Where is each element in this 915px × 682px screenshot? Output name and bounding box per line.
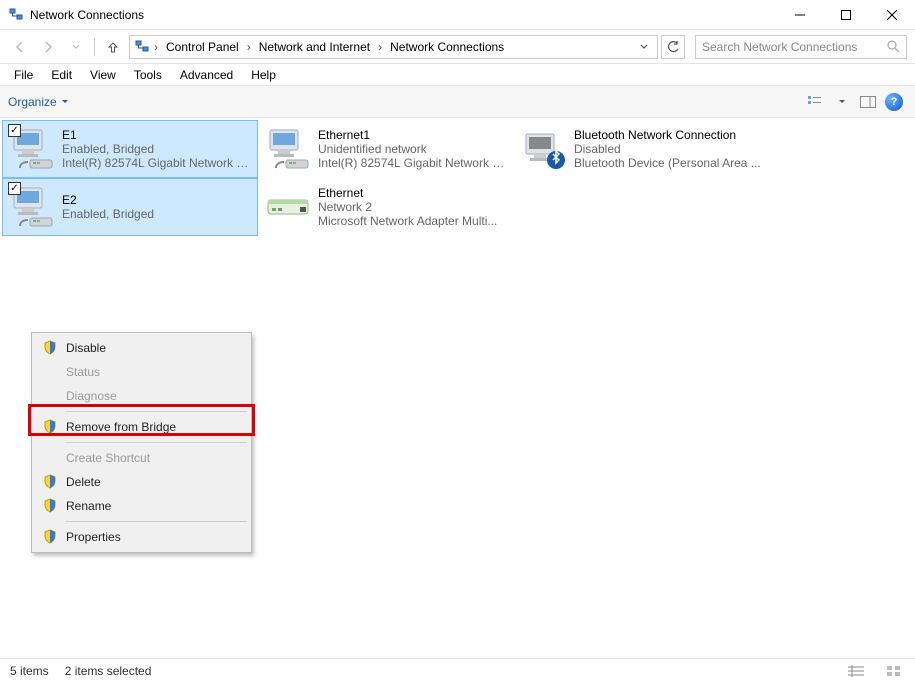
menu-file[interactable]: File — [6, 66, 41, 84]
connection-status: Network 2 — [318, 200, 497, 214]
connection-name: Ethernet — [318, 186, 497, 200]
checkbox-icon[interactable]: ✓ — [8, 182, 21, 195]
large-icons-view-button[interactable] — [883, 662, 905, 680]
window-controls — [777, 0, 915, 29]
back-button[interactable] — [8, 35, 32, 59]
cm-remove-from-bridge[interactable]: Remove from Bridge — [34, 415, 249, 439]
checkbox-icon[interactable]: ✓ — [8, 124, 21, 137]
chevron-right-icon[interactable]: › — [245, 40, 253, 54]
status-count: 5 items — [10, 664, 49, 678]
app-icon — [8, 7, 24, 23]
search-placeholder: Search Network Connections — [702, 40, 887, 54]
connection-name: E2 — [62, 193, 154, 207]
menu-bar: File Edit View Tools Advanced Help — [0, 64, 915, 86]
organize-button[interactable]: Organize — [8, 95, 69, 109]
cm-separator — [66, 442, 247, 443]
cm-delete[interactable]: Delete — [34, 470, 249, 494]
cm-create-shortcut[interactable]: Create Shortcut — [34, 446, 249, 470]
connection-name: E1 — [62, 128, 252, 142]
chevron-right-icon[interactable]: › — [152, 40, 160, 54]
shield-icon — [42, 529, 58, 545]
connection-icon — [520, 124, 568, 172]
address-dropdown[interactable] — [635, 42, 653, 52]
search-input[interactable]: Search Network Connections — [695, 35, 907, 59]
shield-icon — [42, 419, 58, 435]
cm-properties[interactable]: Properties — [34, 525, 249, 549]
cm-separator — [66, 411, 247, 412]
address-bar[interactable]: › Control Panel › Network and Internet ›… — [129, 35, 658, 59]
preview-pane-button[interactable] — [855, 91, 881, 113]
connection-item[interactable]: ✓ E2Enabled, Bridged — [2, 178, 258, 236]
close-button[interactable] — [869, 0, 915, 29]
breadcrumb-item[interactable]: Network and Internet — [255, 38, 374, 56]
status-bar: 5 items 2 items selected — [0, 658, 915, 682]
menu-edit[interactable]: Edit — [43, 66, 80, 84]
forward-button[interactable] — [36, 35, 60, 59]
connection-device: Bluetooth Device (Personal Area ... — [574, 156, 761, 170]
toolbar: Organize ? — [0, 86, 915, 118]
connection-icon: ✓ — [8, 182, 56, 230]
cm-rename[interactable]: Rename — [34, 494, 249, 518]
window-title: Network Connections — [30, 8, 777, 22]
connection-icon: ✓ — [8, 124, 56, 172]
nav-bar: › Control Panel › Network and Internet ›… — [0, 30, 915, 64]
context-menu: Disable Status Diagnose Remove from Brid… — [31, 332, 252, 553]
connection-item[interactable]: ✓ E1Enabled, BridgedIntel(R) 82574L Gigab… — [2, 120, 258, 178]
content-area[interactable]: ✓E1Enabled, BridgedIntel(R) 82574L Gigab… — [0, 118, 915, 658]
connection-device: Intel(R) 82574L Gigabit Network C... — [62, 156, 252, 170]
nav-separator — [94, 38, 95, 56]
breadcrumb-item[interactable]: Network Connections — [386, 38, 508, 56]
connection-status: Enabled, Bridged — [62, 142, 252, 156]
maximize-button[interactable] — [823, 0, 869, 29]
shield-icon — [42, 498, 58, 514]
menu-tools[interactable]: Tools — [126, 66, 170, 84]
menu-help[interactable]: Help — [243, 66, 284, 84]
refresh-button[interactable] — [661, 35, 685, 59]
menu-advanced[interactable]: Advanced — [172, 66, 241, 84]
status-selected: 2 items selected — [65, 664, 152, 678]
title-bar: Network Connections — [0, 0, 915, 30]
cm-separator — [66, 521, 247, 522]
view-options-button[interactable] — [803, 91, 829, 113]
breadcrumb-item[interactable]: Control Panel — [162, 38, 243, 56]
shield-icon — [42, 474, 58, 490]
connection-icon — [264, 182, 312, 230]
details-view-button[interactable] — [845, 662, 867, 680]
up-button[interactable] — [101, 35, 125, 59]
connection-name: Ethernet1 — [318, 128, 508, 142]
connection-icon — [264, 124, 312, 172]
connection-status: Disabled — [574, 142, 761, 156]
connection-name: Bluetooth Network Connection — [574, 128, 761, 142]
connection-status: Unidentified network — [318, 142, 508, 156]
search-icon — [887, 40, 900, 53]
recent-dropdown[interactable] — [64, 35, 88, 59]
connection-status: Enabled, Bridged — [62, 207, 154, 221]
connection-item[interactable]: Bluetooth Network ConnectionDisabledBlue… — [514, 120, 770, 178]
chevron-right-icon[interactable]: › — [376, 40, 384, 54]
view-dropdown[interactable] — [829, 91, 855, 113]
menu-view[interactable]: View — [82, 66, 124, 84]
cm-disable[interactable]: Disable — [34, 336, 249, 360]
cm-status[interactable]: Status — [34, 360, 249, 384]
connection-item[interactable]: EthernetNetwork 2Microsoft Network Adapt… — [258, 178, 514, 236]
shield-icon — [42, 340, 58, 356]
address-icon — [134, 39, 150, 55]
connection-item[interactable]: Ethernet1Unidentified networkIntel(R) 82… — [258, 120, 514, 178]
connection-device: Microsoft Network Adapter Multi... — [318, 214, 497, 228]
help-button[interactable]: ? — [881, 91, 907, 113]
connection-device: Intel(R) 82574L Gigabit Network C... — [318, 156, 508, 170]
cm-diagnose[interactable]: Diagnose — [34, 384, 249, 408]
minimize-button[interactable] — [777, 0, 823, 29]
